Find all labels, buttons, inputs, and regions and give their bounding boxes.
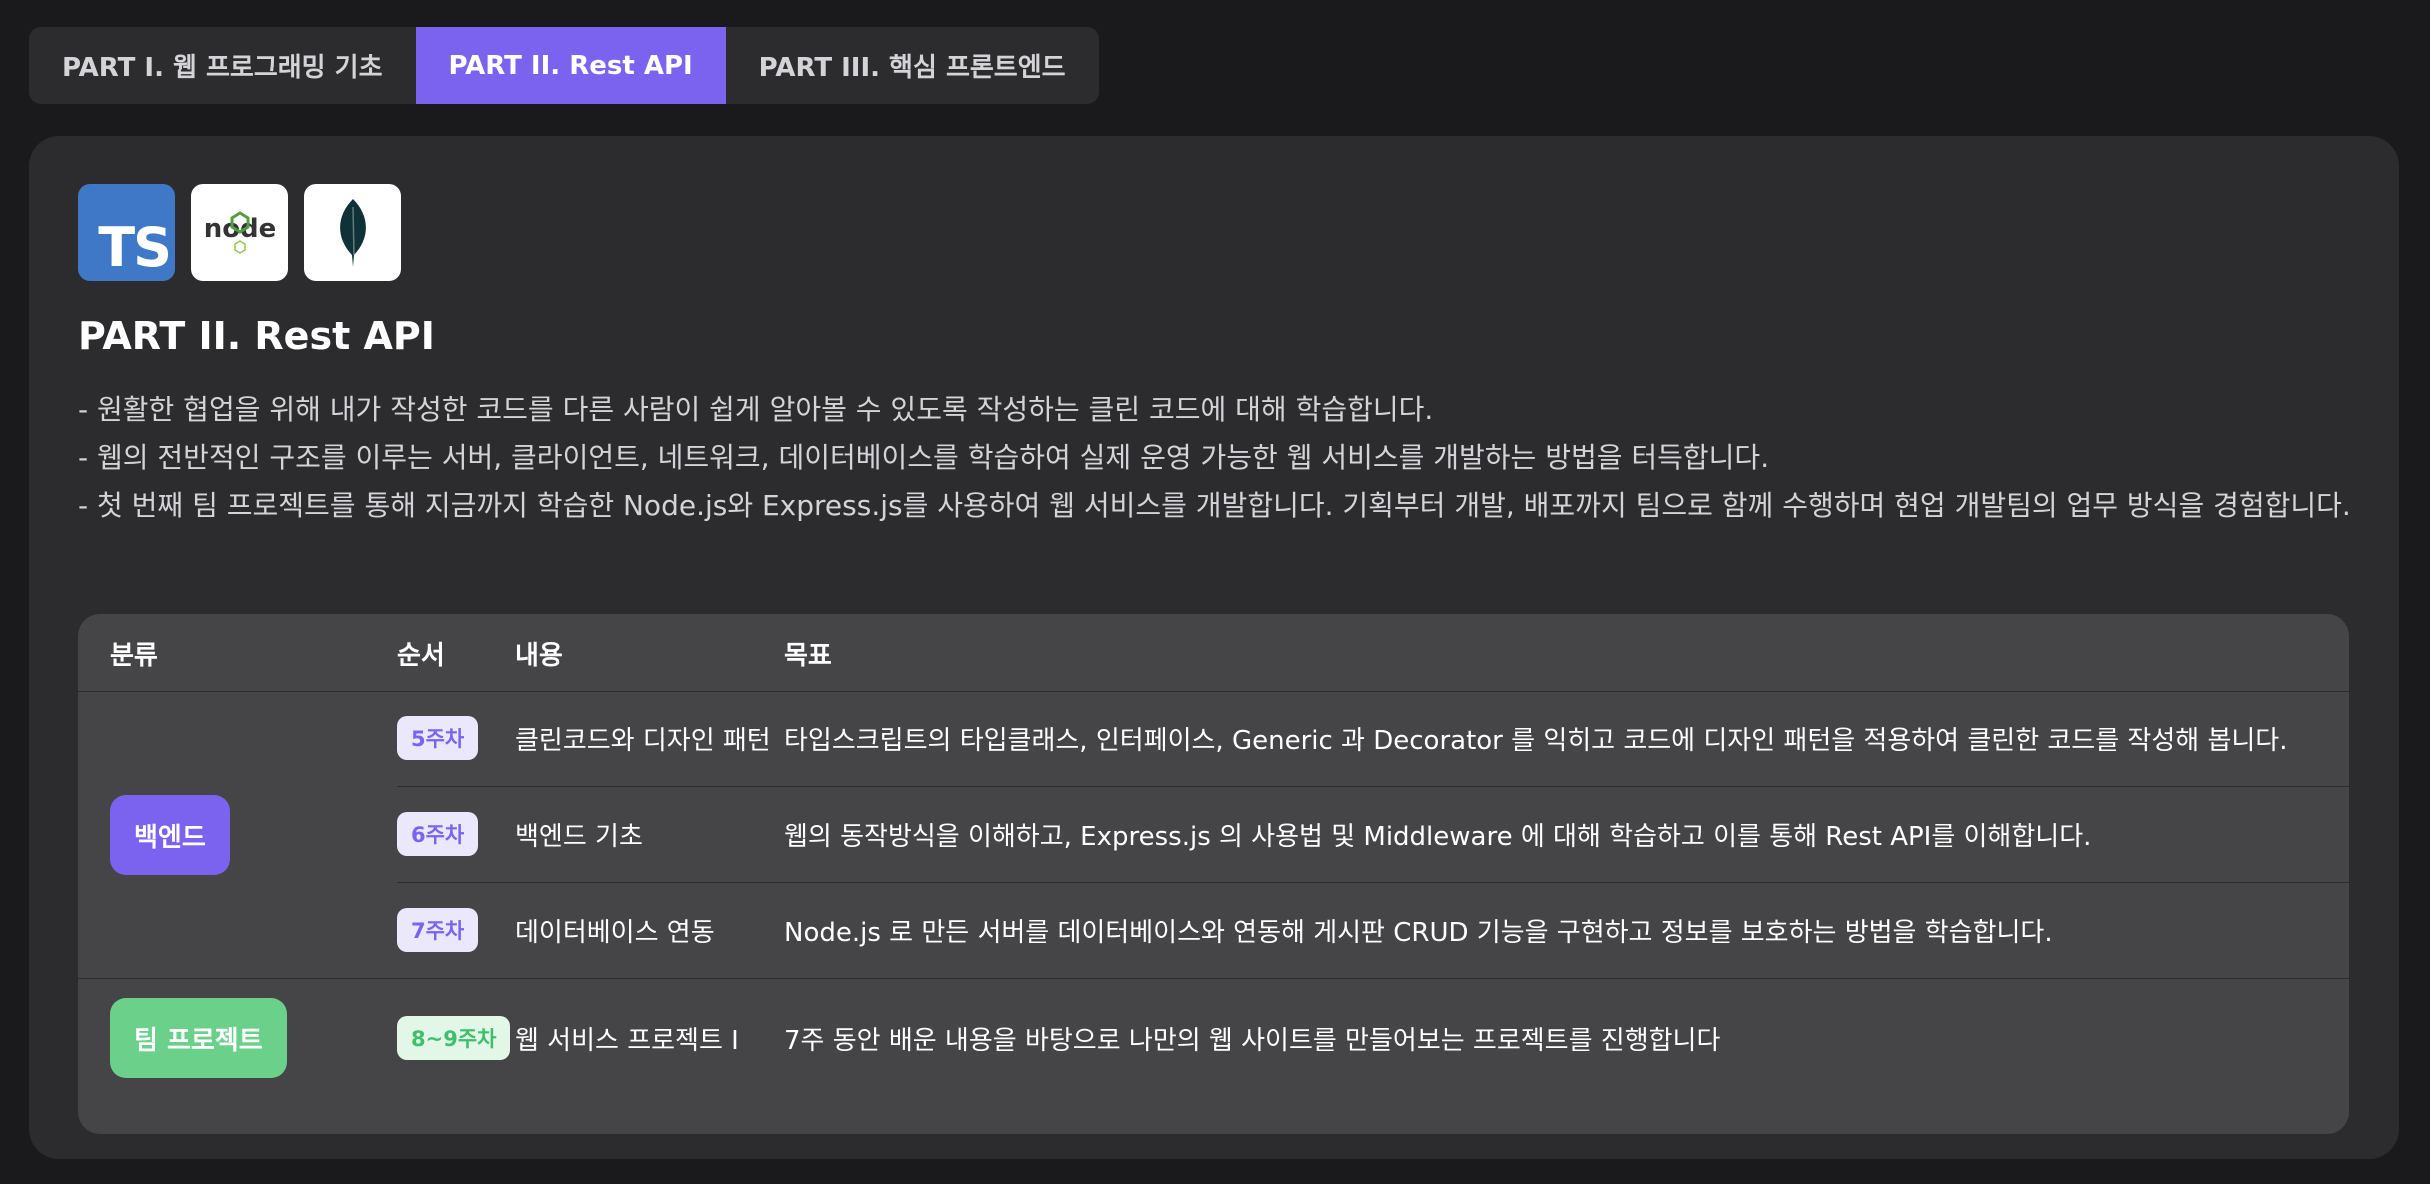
category-backend-badge: 백엔드	[110, 795, 230, 875]
row-goal: 타입스크립트의 타입클래스, 인터페이스, Generic 과 Decorato…	[784, 725, 2288, 756]
nodejs-icon: node	[203, 210, 276, 254]
week-badge: 5주차	[397, 716, 479, 760]
row-goal: 웹의 동작방식을 이해하고, Express.js 의 사용법 및 Middle…	[784, 821, 2092, 852]
row-goal: 7주 동안 배운 내용을 바탕으로 나만의 웹 사이트를 만들어보는 프로젝트를…	[784, 1025, 1721, 1056]
category-team-project-badge: 팀 프로젝트	[110, 998, 287, 1078]
typescript-logo: TS	[78, 184, 175, 281]
row-content: 웹 서비스 프로젝트 I	[515, 1025, 739, 1056]
section-description: - 원활한 협업을 위해 내가 작성한 코드를 다른 사람이 쉽게 알아볼 수 …	[78, 386, 2378, 530]
curriculum-table: 분류 순서 내용 목표 백엔드 팀 프로젝트 5주차 클린코드와 디자인 패턴 …	[78, 614, 2349, 1134]
tab-part-3[interactable]: PART III. 핵심 프론트엔드	[726, 27, 1099, 104]
row-content: 백엔드 기초	[515, 821, 643, 852]
description-line: - 원활한 협업을 위해 내가 작성한 코드를 다른 사람이 쉽게 알아볼 수 …	[78, 393, 1434, 426]
week-badge: 6주차	[397, 812, 479, 856]
week-badge: 7주차	[397, 908, 479, 952]
row-divider	[397, 882, 2349, 883]
header-order: 순서	[397, 640, 445, 671]
tab-part-1[interactable]: PART I. 웹 프로그래밍 기초	[29, 27, 416, 104]
typescript-logo-text: TS	[98, 216, 172, 279]
table-header: 분류 순서 내용 목표	[78, 614, 2349, 692]
tab-part-2[interactable]: PART II. Rest API	[415, 27, 726, 104]
row-goal: Node.js 로 만든 서버를 데이터베이스와 연동해 게시판 CRUD 기능…	[784, 917, 2053, 948]
tech-logos: TS node	[78, 184, 401, 281]
section-divider	[78, 978, 2349, 979]
curriculum-card: TS node PART II. Rest API - 원활한 협업을 위해 내…	[29, 136, 2399, 1159]
description-line: - 첫 번째 팀 프로젝트를 통해 지금까지 학습한 Node.js와 Expr…	[78, 489, 2351, 522]
row-divider	[397, 786, 2349, 787]
nodejs-logo: node	[191, 184, 288, 281]
week-badge: 8~9주차	[397, 1016, 511, 1060]
row-content: 클린코드와 디자인 패턴	[515, 725, 771, 756]
leaf-icon	[339, 198, 366, 267]
header-content: 내용	[515, 640, 563, 671]
mongodb-logo	[304, 184, 401, 281]
header-goal: 목표	[784, 640, 832, 671]
part-tabs: PART I. 웹 프로그래밍 기초 PART II. Rest API PAR…	[29, 27, 1099, 104]
row-content: 데이터베이스 연동	[515, 917, 715, 948]
svg-text:node: node	[203, 214, 276, 244]
header-category: 분류	[110, 640, 158, 671]
description-line: - 웹의 전반적인 구조를 이루는 서버, 클라이언트, 네트워크, 데이터베이…	[78, 441, 1770, 474]
section-title: PART II. Rest API	[78, 314, 435, 358]
